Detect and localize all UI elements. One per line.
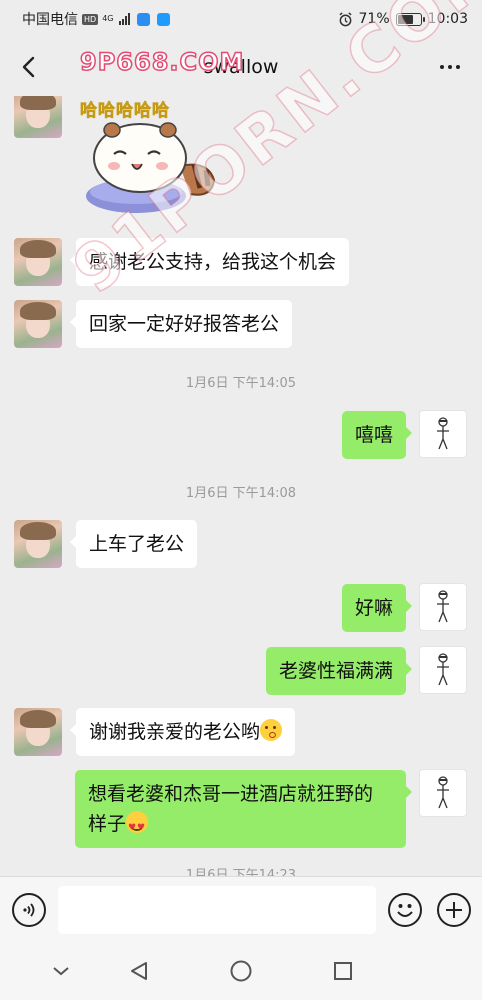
my-avatar[interactable] [419, 410, 467, 458]
timestamp: 1月6日 下午14:05 [185, 376, 297, 391]
message-bubble-left[interactable]: 谢谢我亲爱的老公哟 [69, 708, 296, 756]
raccoon-sticker-icon [86, 122, 216, 213]
chat-message-list[interactable]: 哈哈哈哈哈 感谢老公支持，给我这个机会 回家一定好好报答老公 1月6日 下午14… [0, 96, 482, 876]
voice-input-icon [23, 903, 35, 917]
nav-back-icon [131, 962, 147, 980]
message-text-line1: 想看老婆和杰哥一进酒店就狂野的 [88, 783, 374, 805]
alarm-icon [338, 11, 352, 26]
kissing-face-emoji [260, 719, 283, 741]
my-avatar[interactable] [419, 769, 467, 817]
contact-avatar[interactable] [14, 300, 62, 348]
message-bubble-left[interactable]: 感谢老公支持，给我这个机会 [69, 238, 350, 286]
clock: 10:03 [427, 11, 468, 27]
emoji-button[interactable] [388, 893, 422, 927]
network-type-label: 4G [102, 14, 114, 23]
heart-eyes-emoji [126, 811, 149, 843]
contact-avatar[interactable] [14, 708, 62, 756]
sticker-message[interactable]: 哈哈哈哈哈 [80, 96, 230, 226]
watermark-top: 9P668.COM [79, 47, 245, 77]
status-left: 中国电信 HD 4G [22, 9, 171, 29]
nav-collapse-button[interactable] [46, 956, 76, 986]
message-text-line2: 样子 [88, 813, 127, 835]
plus-icon [446, 902, 462, 918]
message-bubble-right[interactable]: 好嘛 [341, 584, 413, 632]
plus-button[interactable] [437, 893, 471, 927]
stick-figure-icon [437, 653, 449, 686]
battery-icon [395, 12, 425, 26]
timestamp: 1月6日 下午14:08 [185, 486, 297, 501]
message-bubble-right[interactable]: 想看老婆和杰哥一进酒店就狂野的 样子 [75, 770, 412, 848]
my-avatar[interactable] [419, 646, 467, 694]
nav-back-button[interactable] [124, 956, 154, 986]
assistant-app-icon [157, 12, 171, 26]
nav-home-button[interactable] [226, 956, 256, 986]
emoji-icon [397, 904, 413, 917]
status-right: 71% 10:03 [338, 11, 468, 27]
message-text: 谢谢我亲爱的老公哟 [89, 721, 261, 743]
search-app-icon [137, 12, 151, 26]
timestamp: 1月6日 下午14:23 [185, 868, 297, 876]
signal-icon [119, 13, 131, 25]
message-bubble-left[interactable]: 上车了老公 [69, 520, 198, 568]
status-bar: 中国电信 HD 4G 71% 10:03 [0, 0, 482, 38]
contact-avatar[interactable] [14, 520, 62, 568]
message-input[interactable] [58, 886, 376, 934]
hd-badge: HD [82, 13, 99, 25]
nav-home-icon [230, 960, 252, 982]
message-bubble-right[interactable]: 嘻嘻 [341, 411, 413, 459]
contact-avatar[interactable] [14, 238, 62, 286]
more-dots-icon [440, 65, 444, 69]
stick-figure-icon [437, 417, 449, 450]
nav-collapse-icon [53, 967, 69, 976]
contact-avatar[interactable] [14, 96, 62, 138]
input-bar [0, 876, 482, 942]
stick-figure-icon [437, 776, 449, 809]
carrier-label: 中国电信 [22, 12, 78, 28]
battery-fill [397, 14, 414, 24]
my-avatar[interactable] [419, 583, 467, 631]
message-bubble-left[interactable]: 回家一定好好报答老公 [69, 300, 293, 348]
more-button[interactable] [436, 54, 464, 80]
system-nav-bar [0, 942, 482, 1000]
nav-recents-button[interactable] [328, 956, 358, 986]
nav-recents-icon [334, 962, 352, 980]
battery-percent: 71% [358, 11, 390, 27]
voice-input-button[interactable] [12, 893, 46, 927]
message-bubble-right[interactable]: 老婆性福满满 [265, 647, 413, 695]
stick-figure-icon [437, 590, 449, 623]
